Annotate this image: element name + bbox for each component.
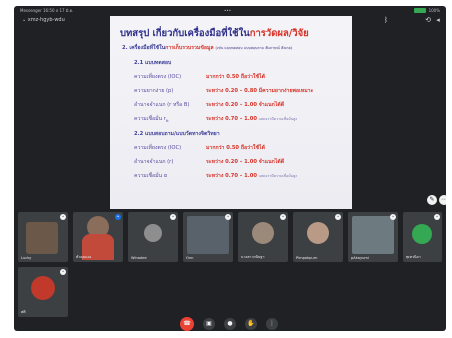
slide-title-prefix: บทสรุป เกี่ยวกับเครื่องมือที่ใช้ใน <box>120 28 250 39</box>
battery-icon <box>413 8 426 13</box>
mic-off-icon: • <box>60 214 66 220</box>
slide-title-accent: การวัดผล/วิจัย <box>249 28 309 39</box>
row-alpha-value: ระหว่าง 0.70 – 1.00 <box>206 173 257 179</box>
participant-name: Winadee <box>131 256 147 260</box>
mic-off-icon: • <box>335 214 341 220</box>
row-discrimination-2: อำนาจจำแนก (r) ระหว่าง 0.20 – 1.00 จำแนก… <box>134 158 284 166</box>
row-difficulty-value: ระหว่าง 0.20 – 0.80 มีความยากง่ายพอเหมาะ <box>206 88 314 94</box>
subsection-1: 2.1 แบบทดสอบ <box>134 60 172 66</box>
row-reliability-label: ความเชื่อมั่น r <box>134 116 166 122</box>
battery-percent: 100% <box>428 8 440 13</box>
row-alpha-value-wrap: ระหว่าง 0.70 – 1.00 แสดงว่ามีความเชื่อมั… <box>206 172 297 180</box>
row-reliability-value-wrap: ระหว่าง 0.70 – 1.00 แสดงว่ามีความเชื่อมั… <box>206 115 297 123</box>
heading-accent: การเก็บรวบรวมข้อมูล <box>165 45 214 51</box>
status-right: 100% <box>413 6 440 15</box>
meeting-code-text: xmz-hgyb-wdu <box>27 17 65 23</box>
participant-video <box>26 222 58 254</box>
row-ioc-label: ความเที่ยงตรง (IOC) <box>134 74 182 80</box>
status-left: Messenger 16:50 ส 17 มิ.ย. <box>20 8 74 13</box>
mic-off-icon: • <box>280 214 286 220</box>
participant-avatar <box>31 276 55 300</box>
mic-off-icon: • <box>390 214 396 220</box>
camera-switch-icon[interactable]: ⟲ <box>424 16 432 24</box>
row-reliability-sub: tt <box>165 119 169 124</box>
participant-tile[interactable]: • Winadee <box>128 212 178 262</box>
participant-name: pAkayumi <box>351 256 369 260</box>
row-ioc-value: มากกว่า 0.50 ถือว่าใช้ได้ <box>206 74 265 80</box>
row-ioc: ความเที่ยงตรง (IOC) มากกว่า 0.50 ถือว่าใ… <box>134 73 265 81</box>
mic-off-icon: • <box>170 214 176 220</box>
participant-tile[interactable]: • Onn <box>183 212 233 262</box>
participant-name: ตัวคุณเอง <box>76 255 92 259</box>
participant-tile[interactable]: • Pimpakpurn <box>293 212 343 262</box>
participant-name: Lucky <box>21 256 32 260</box>
participant-avatar <box>307 222 329 244</box>
participant-tile[interactable]: • ตัวคุณเอง <box>73 212 123 262</box>
slide-title: บทสรุป เกี่ยวกับเครื่องมือที่ใช้ในการวัด… <box>120 26 309 41</box>
mic-icon[interactable]: ● <box>224 318 236 330</box>
row-ioc-2-value: มากกว่า 0.50 ถือว่าใช้ได้ <box>206 145 265 151</box>
participant-video <box>144 224 162 242</box>
mic-off-icon: • <box>60 269 66 275</box>
camera-icon[interactable]: ▣ <box>203 318 215 330</box>
pin-icon[interactable]: ✎ <box>427 195 437 205</box>
meet-window: Messenger 16:50 ส 17 มิ.ย. ••• 100% ⌄ xm… <box>14 6 446 331</box>
row-discrimination-2-label: อำนาจจำแนก (r) <box>134 159 174 165</box>
subsection-2: 2.2 แบบสอบถาม/แบบวัดทางจิตวิทยา <box>134 131 220 137</box>
participant-name: นางสาวกนิษฐา <box>241 255 265 259</box>
status-dots: ••• <box>224 8 232 13</box>
meeting-code[interactable]: ⌄ xmz-hgyb-wdu <box>22 17 65 23</box>
participant-video <box>352 216 394 254</box>
participant-tile[interactable]: • pAkayumi <box>348 212 398 262</box>
row-ioc-2-label: ความเที่ยงตรง (IOC) <box>134 145 182 151</box>
participant-name: ทุเทวนิดา <box>406 255 421 259</box>
mic-off-icon: • <box>434 214 440 220</box>
row-alpha-label: ความเชื่อมั่น α <box>134 173 168 179</box>
participant-video <box>187 216 229 254</box>
participant-name: ศศิ <box>21 310 26 314</box>
mic-off-icon: • <box>225 214 231 220</box>
shared-slide: บทสรุป เกี่ยวกับเครื่องมือที่ใช้ในการวัด… <box>110 16 352 209</box>
participant-tile[interactable]: • ทุเทวนิดา <box>403 212 442 262</box>
participant-name: Onn <box>186 256 194 260</box>
participant-name: Pimpakpurn <box>296 256 318 260</box>
slide-heading: 2. เครื่องมือที่ใช้ในการเก็บรวบรวมข้อมูล… <box>122 44 292 52</box>
row-discrimination-label: อำนาจจำแนก (r หรือ B) <box>134 102 190 108</box>
participant-tile[interactable]: • นางสาวกนิษฐา <box>238 212 288 262</box>
end-call-icon[interactable]: ☎ <box>180 317 194 331</box>
participant-tile[interactable]: • ศศิ <box>18 267 68 317</box>
status-bar: Messenger 16:50 ส 17 มิ.ย. ••• 100% <box>14 6 446 15</box>
participant-avatar <box>252 222 274 244</box>
row-difficulty: ความยากง่าย (p) ระหว่าง 0.20 – 0.80 มีคว… <box>134 87 313 95</box>
speaking-icon: • <box>115 214 121 220</box>
row-discrimination-2-value: ระหว่าง 0.20 – 1.00 จำแนกได้ดี <box>206 159 285 165</box>
row-discrimination-value: ระหว่าง 0.20 – 1.00 จำแนกได้ดี <box>206 102 285 108</box>
participant-tile[interactable]: • Lucky <box>18 212 68 262</box>
row-reliability-value: ระหว่าง 0.70 – 1.00 <box>206 116 257 122</box>
more-icon[interactable]: ⋮ <box>266 318 278 330</box>
row-reliability-note: แสดงว่ามีความเชื่อมั่นสูง <box>258 117 298 121</box>
row-reliability: ความเชื่อมั่น rtt ระหว่าง 0.70 – 1.00 แส… <box>134 115 297 124</box>
bluetooth-icon[interactable]: ᛒ <box>382 16 390 24</box>
heading-suffix: (เช่น แบบทดสอบ แบบสอบถาม สัมภาษณ์ สังเกต… <box>215 46 293 50</box>
heading-prefix: 2. เครื่องมือที่ใช้ใน <box>122 45 166 51</box>
call-controls: ☎ ▣ ● ✋ ⋮ <box>180 317 278 331</box>
row-discrimination: อำนาจจำแนก (r หรือ B) ระหว่าง 0.20 – 1.0… <box>134 101 284 109</box>
row-ioc-2: ความเที่ยงตรง (IOC) มากกว่า 0.50 ถือว่าใ… <box>134 144 265 152</box>
row-alpha-note: แสดงว่ามีความเชื่อมั่นสูง <box>258 174 298 178</box>
more-options-icon[interactable]: ⋯ <box>439 195 446 205</box>
participant-avatar <box>412 224 432 244</box>
speaker-icon[interactable]: ◂ <box>434 16 442 24</box>
row-difficulty-label: ความยากง่าย (p) <box>134 88 174 94</box>
raise-hand-icon[interactable]: ✋ <box>245 318 257 330</box>
row-alpha: ความเชื่อมั่น α ระหว่าง 0.70 – 1.00 แสดง… <box>134 172 297 180</box>
